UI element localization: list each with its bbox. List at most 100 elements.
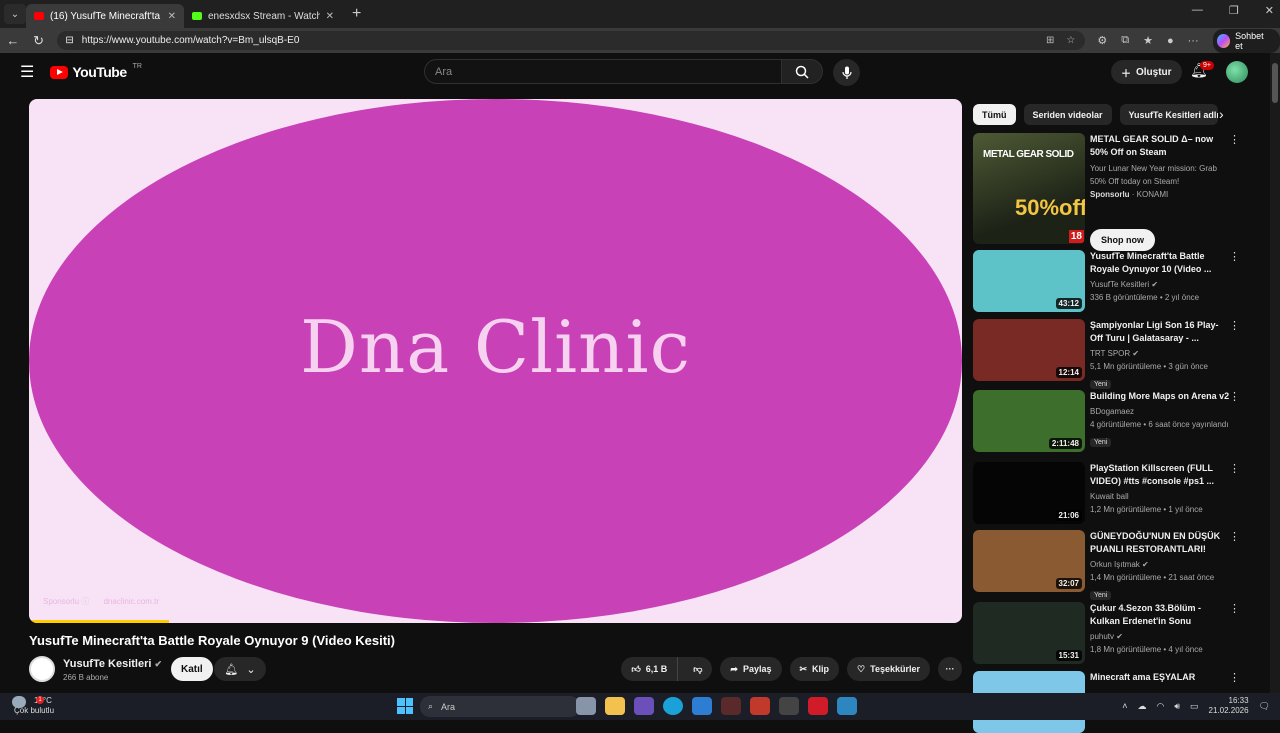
- recommendation-channel[interactable]: Orkun Işıtmak ✔: [1090, 558, 1230, 571]
- more-vertical-icon[interactable]: ⋮: [1229, 133, 1240, 146]
- task-view-icon[interactable]: [576, 697, 596, 715]
- menu-icon[interactable]: ☰: [20, 62, 34, 82]
- chip-all[interactable]: Tümü: [973, 104, 1016, 125]
- more-vertical-icon[interactable]: ⋮: [1229, 319, 1240, 332]
- app-icon[interactable]: [750, 697, 770, 715]
- like-button[interactable]: 👍︎ 6,1 B: [621, 657, 679, 681]
- ad-thumbnail[interactable]: METAL GEAR SOLID 50%off 18: [973, 133, 1085, 244]
- app-available-icon[interactable]: ⊞: [1046, 35, 1054, 46]
- minimize-icon[interactable]: —: [1192, 4, 1203, 17]
- video-thumbnail[interactable]: 32:07: [973, 530, 1085, 592]
- favorite-star-icon[interactable]: ☆: [1066, 35, 1075, 46]
- video-thumbnail[interactable]: 21:06: [973, 462, 1085, 524]
- chip-channel[interactable]: YusufTe Kesitleri adlı: [1119, 104, 1218, 125]
- notification-center-icon[interactable]: 🗨︎: [1259, 701, 1270, 712]
- search-input[interactable]: Ara: [424, 59, 782, 84]
- share-button[interactable]: ➦ Paylaş: [720, 657, 782, 681]
- close-tab-icon[interactable]: ✕: [168, 11, 176, 22]
- user-avatar[interactable]: [1226, 61, 1248, 83]
- create-button[interactable]: ＋ Oluştur: [1111, 60, 1182, 84]
- browser-tab-youtube[interactable]: (16) YusufTe Minecraft'ta Battle Ro ✕: [26, 4, 184, 28]
- more-vertical-icon[interactable]: ⋮: [1229, 462, 1240, 475]
- browser-tab-kick[interactable]: enesxdsx Stream - Watch Live on K ✕: [184, 4, 342, 28]
- more-vertical-icon[interactable]: ⋮: [1229, 602, 1240, 615]
- reload-button[interactable]: ↻: [26, 33, 52, 49]
- url-field[interactable]: ⊟ https://www.youtube.com/watch?v=Bm_uls…: [57, 31, 1086, 50]
- more-vertical-icon[interactable]: ⋮: [1229, 250, 1240, 263]
- close-tab-icon[interactable]: ✕: [326, 11, 334, 22]
- more-actions-button[interactable]: ···: [938, 657, 962, 681]
- cloud-sync-icon[interactable]: ☁: [1137, 701, 1146, 712]
- close-window-icon[interactable]: ✕: [1265, 4, 1274, 17]
- favorites-icon[interactable]: ★: [1143, 34, 1153, 47]
- video-thumbnail[interactable]: 43:12: [973, 250, 1085, 312]
- recommendation-title[interactable]: YusufTe Minecraft'ta Battle Royale Oynuy…: [1090, 250, 1230, 276]
- more-menu-icon[interactable]: ···: [1188, 35, 1199, 47]
- channel-avatar[interactable]: [29, 656, 55, 682]
- subscription-bell-button[interactable]: 🔔︎ ⌄: [214, 657, 266, 681]
- profile-icon[interactable]: ●: [1167, 35, 1174, 47]
- recommendation-title[interactable]: Building More Maps on Arena v2: [1090, 390, 1230, 403]
- extensions-icon[interactable]: ⚙: [1097, 34, 1107, 47]
- ad-title[interactable]: METAL GEAR SOLID Δ– now 50% Off on Steam: [1090, 133, 1230, 159]
- wifi-icon[interactable]: ◠: [1156, 701, 1164, 712]
- app-icon[interactable]: [808, 697, 828, 715]
- volume-icon[interactable]: 🔊︎: [1174, 701, 1180, 712]
- maximize-icon[interactable]: ❐: [1229, 4, 1239, 17]
- thanks-button[interactable]: ♡ Teşekkürler: [847, 657, 930, 681]
- edge-icon[interactable]: [663, 697, 683, 715]
- recommendation-title[interactable]: GÜNEYDOĞU'NUN EN DÜŞÜK PUANLI RESTORANTL…: [1090, 530, 1230, 556]
- taskbar-search[interactable]: ⌕ Ara: [420, 696, 580, 717]
- ad-domain-link[interactable]: dnaclinic.com.tr: [103, 597, 159, 606]
- chevron-right-icon[interactable]: ›: [1219, 106, 1224, 122]
- clock[interactable]: 16:33 21.02.2026: [1209, 696, 1249, 716]
- shop-now-button[interactable]: Shop now: [1090, 229, 1155, 251]
- split-screen-icon[interactable]: ⧉: [1121, 34, 1129, 47]
- recommendation-channel[interactable]: Kuwait ball: [1090, 490, 1230, 503]
- youtube-favicon-icon: [34, 12, 44, 20]
- cloud-icon: [12, 696, 26, 708]
- app-icon[interactable]: [779, 697, 799, 715]
- recommendation-title[interactable]: Çukur 4.Sezon 33.Bölüm - Kulkan Erdenet'…: [1090, 602, 1230, 628]
- windows-start-icon[interactable]: [397, 698, 413, 714]
- voice-search-button[interactable]: [833, 59, 860, 86]
- battery-icon[interactable]: ▭: [1190, 701, 1199, 712]
- youtube-logo[interactable]: YouTube TR: [50, 63, 142, 80]
- recommendation-channel[interactable]: BDogamaez: [1090, 405, 1230, 418]
- recommendation-title[interactable]: Şampiyonlar Ligi Son 16 Play-Off Turu | …: [1090, 319, 1230, 345]
- file-explorer-icon[interactable]: [605, 697, 625, 715]
- duration-badge: 12:14: [1055, 367, 1082, 378]
- more-vertical-icon[interactable]: ⋮: [1229, 530, 1240, 543]
- clip-button[interactable]: ✂ Klip: [789, 657, 840, 681]
- scrollbar-thumb[interactable]: [1272, 63, 1278, 103]
- recommendation-title[interactable]: Minecraft ama EŞYALAR: [1090, 671, 1230, 684]
- chevron-up-icon[interactable]: ˄: [1122, 701, 1127, 711]
- page-scrollbar[interactable]: [1270, 53, 1280, 693]
- recommendation-channel[interactable]: YusufTe Kesitleri ✔: [1090, 278, 1230, 291]
- site-info-icon[interactable]: ⊟: [65, 35, 73, 46]
- weather-widget[interactable]: 1 12°C Çok bulutlu: [12, 696, 54, 716]
- m365-icon[interactable]: [634, 697, 654, 715]
- more-vertical-icon[interactable]: ⋮: [1229, 390, 1240, 403]
- app-icon[interactable]: [837, 697, 857, 715]
- recommendation-title[interactable]: PlayStation Killscreen (FULL VIDEO) #tts…: [1090, 462, 1230, 488]
- mail-icon[interactable]: [692, 697, 712, 715]
- app-icon[interactable]: [721, 697, 741, 715]
- recommendation-channel[interactable]: TRT SPOR ✔: [1090, 347, 1230, 360]
- recommendation-channel[interactable]: puhutv ✔: [1090, 630, 1230, 643]
- thumbs-down-icon: 👎︎: [693, 663, 703, 674]
- video-thumbnail[interactable]: 2:11:48: [973, 390, 1085, 452]
- copilot-button[interactable]: Sohbet et: [1212, 28, 1280, 53]
- video-thumbnail[interactable]: 15:31: [973, 602, 1085, 664]
- new-tab-button[interactable]: +: [342, 5, 371, 23]
- search-button[interactable]: [781, 59, 823, 84]
- more-vertical-icon[interactable]: ⋮: [1229, 671, 1240, 684]
- tab-list-dropdown[interactable]: ⌄: [4, 4, 26, 24]
- dislike-button[interactable]: 👎︎: [683, 664, 712, 675]
- back-button[interactable]: ←: [0, 33, 26, 48]
- chip-series[interactable]: Seriden videolar: [1023, 104, 1112, 125]
- channel-name[interactable]: YusufTe Kesitleri ✔: [63, 658, 162, 670]
- video-player[interactable]: Dna Clinic Sponsorlu ⓘ dnaclinic.com.tr: [29, 99, 962, 623]
- video-thumbnail[interactable]: 12:14: [973, 319, 1085, 381]
- join-button[interactable]: Katıl: [171, 657, 213, 681]
